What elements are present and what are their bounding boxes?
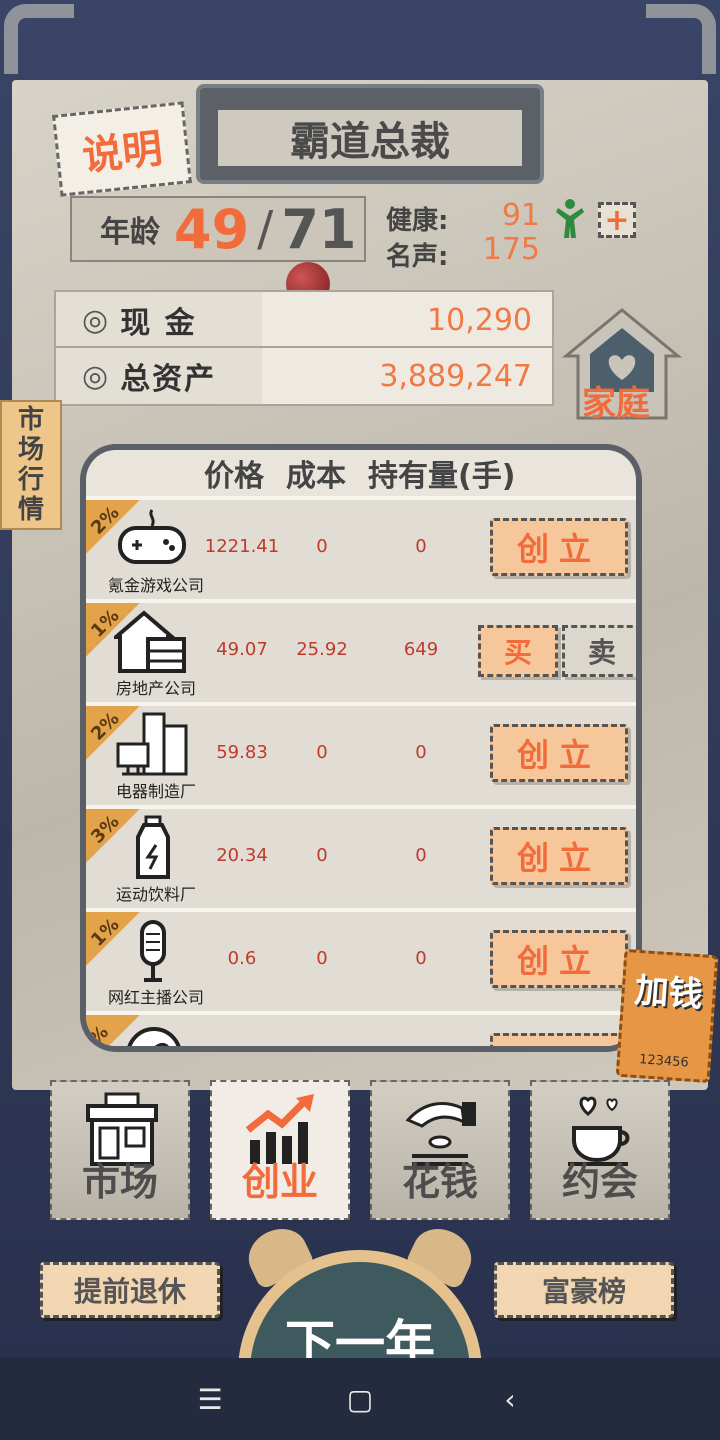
create-button[interactable]: 创立 <box>490 724 628 782</box>
price-value: 59.83 <box>216 742 268 763</box>
price-value: 20.34 <box>216 845 268 866</box>
market-tag-char: 场 <box>17 435 44 465</box>
cost-value: 0 <box>316 948 328 969</box>
sell-button[interactable]: 卖 <box>562 625 636 677</box>
nav-startup-label: 创业 <box>241 1160 318 1204</box>
bottle-icon <box>136 815 170 879</box>
nav-dating[interactable]: 约会 <box>530 1080 670 1220</box>
table-header: 价格 成本 持有量(手) <box>86 450 636 496</box>
add-money-label: 加钱 <box>633 970 704 1016</box>
market-tag-char: 情 <box>17 495 44 525</box>
table-row: % 创立 <box>86 1011 636 1046</box>
price-value: 49.07 <box>216 639 268 660</box>
home-icon[interactable]: ▢ <box>285 1383 435 1416</box>
price-value: 0.6 <box>227 948 257 969</box>
age-card: 年龄 49 / 71 <box>70 196 366 262</box>
person-health-icon <box>556 199 584 238</box>
house-icon <box>114 610 186 673</box>
age-value: 49 <box>174 197 250 261</box>
nav-spend-label: 花钱 <box>401 1160 478 1204</box>
cost-value: 0 <box>316 742 328 763</box>
cash-card: ◎ 现 金 10,290 <box>54 290 554 350</box>
fame-value: 175 <box>482 232 540 267</box>
market-info-tab[interactable]: 市 场 行 情 <box>0 400 62 530</box>
health-value: 91 <box>501 198 540 233</box>
create-button[interactable]: 创立 <box>490 930 628 988</box>
business-name: 房地产公司 <box>115 679 196 698</box>
max-age-value: 71 <box>281 197 357 261</box>
cost-value: 25.92 <box>296 639 348 660</box>
family-button-label[interactable]: 家庭 <box>582 376 650 425</box>
cost-value: 0 <box>316 536 328 557</box>
assets-label-area: ◎ 总资产 <box>56 348 262 404</box>
holding-header: 持有量(手) <box>368 459 516 494</box>
bottom-nav: 市场 创业 花钱 约会 <box>50 1080 670 1226</box>
price-value: 1221.41 <box>204 536 280 557</box>
nav-spend[interactable]: 花钱 <box>370 1080 510 1220</box>
cost-header: 成本 <box>286 459 346 494</box>
title-bar: 霸道总裁 <box>196 84 544 184</box>
cash-label: 现 金 <box>120 306 197 341</box>
table-row: 1% 网红主播公司 0.6 0 0 创立 <box>86 908 636 1011</box>
business-name: 网红主播公司 <box>107 988 204 1007</box>
age-label: 年龄 <box>100 215 160 250</box>
help-button[interactable]: 说明 <box>52 101 192 197</box>
table-row: 2% 电器制造厂 59.83 0 0 创立 <box>86 702 636 805</box>
nav-market[interactable]: 市场 <box>50 1080 190 1220</box>
assets-card: ◎ 总资产 3,889,247 <box>54 346 554 406</box>
holding-value: 0 <box>415 948 427 969</box>
microphone-icon <box>140 920 166 982</box>
cash-label-area: ◎ 现 金 <box>56 292 262 348</box>
coins-stack-icon: ◎ <box>82 358 109 394</box>
table-row: 2% 氪金游戏公司 1221.41 0 0 创立 <box>86 496 636 599</box>
price-header: 价格 <box>204 459 264 494</box>
cash-value: 10,290 <box>427 302 532 338</box>
coin-icon: ◎ <box>82 302 109 338</box>
pill-icon <box>127 1027 181 1046</box>
create-button[interactable]: 创立 <box>490 827 628 885</box>
business-name: 运动饮料厂 <box>115 885 196 904</box>
add-health-button[interactable]: + <box>598 202 636 238</box>
nav-market-label: 市场 <box>81 1160 158 1204</box>
market-tag-char: 行 <box>17 465 44 495</box>
frame-corner <box>4 4 74 74</box>
market-tag-char: 市 <box>17 405 44 435</box>
system-navigation-bar: ☰ ▢ ‹ <box>0 1358 720 1440</box>
early-retire-button[interactable]: 提前退休 <box>40 1262 220 1318</box>
assets-label: 总资产 <box>120 362 217 397</box>
ticket-serial: 123456 <box>638 1052 690 1071</box>
holding-value: 0 <box>415 536 427 557</box>
cost-value: 0 <box>316 845 328 866</box>
frame-corner <box>646 4 716 74</box>
menu-icon[interactable]: ☰ <box>135 1383 285 1416</box>
holding-value: 0 <box>415 845 427 866</box>
nav-startup[interactable]: 创业 <box>210 1080 350 1220</box>
page-title: 霸道总裁 <box>218 110 522 166</box>
holding-value: 0 <box>415 742 427 763</box>
holding-value: 649 <box>403 639 439 660</box>
business-list[interactable]: 价格 成本 持有量(手) 2% 氪金游戏公司 1221.41 0 0 创立 1% <box>86 450 636 1046</box>
add-money-ticket[interactable]: 加钱 123456 <box>615 948 719 1084</box>
age-separator: / <box>257 201 274 257</box>
appliance-icon <box>116 712 188 776</box>
gamepad-icon <box>118 509 186 564</box>
business-name: 电器制造厂 <box>115 782 196 801</box>
business-board: 价格 成本 持有量(手) 2% 氪金游戏公司 1221.41 0 0 创立 1% <box>80 444 642 1052</box>
create-button[interactable]: 创立 <box>490 1033 628 1046</box>
next-year-button[interactable]: 下一年 <box>238 1219 482 1440</box>
create-button[interactable]: 创立 <box>490 518 628 576</box>
buy-button[interactable]: 买 <box>478 625 558 677</box>
back-icon[interactable]: ‹ <box>435 1383 585 1416</box>
table-row: 1% 房地产公司 49.07 25.92 649 买 卖 <box>86 599 636 702</box>
rate-badge-text: % <box>86 1021 113 1046</box>
assets-value: 3,889,247 <box>379 358 532 394</box>
table-row: 3% 运动饮料厂 20.34 0 0 创立 <box>86 805 636 908</box>
business-name: 氪金游戏公司 <box>107 576 204 595</box>
rich-list-button[interactable]: 富豪榜 <box>494 1262 674 1318</box>
nav-dating-label: 约会 <box>561 1160 638 1204</box>
